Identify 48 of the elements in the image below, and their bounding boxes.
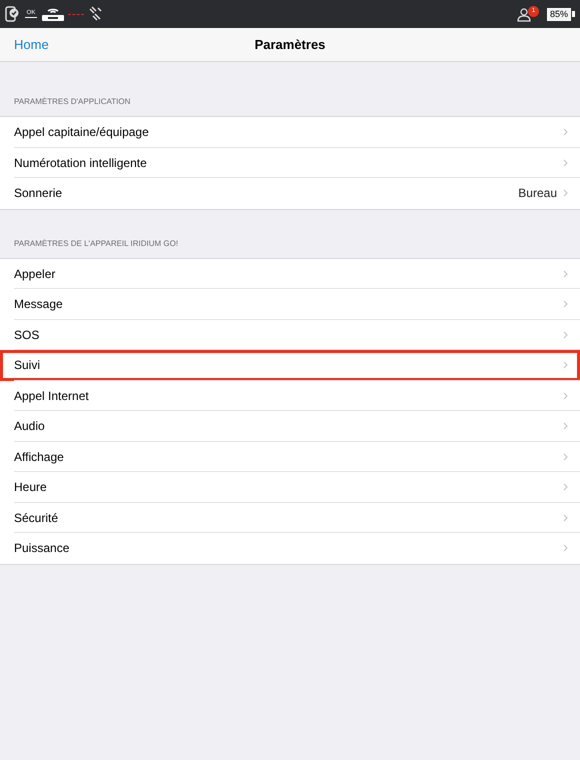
settings-row[interactable]: Suivi bbox=[0, 350, 580, 380]
row-label: Appel capitaine/équipage bbox=[14, 124, 150, 142]
chevron-icon bbox=[563, 158, 568, 167]
settings-row[interactable]: Sécurité bbox=[0, 502, 580, 533]
phone-check-icon bbox=[5, 6, 19, 22]
settings-row[interactable]: SOS bbox=[0, 320, 580, 350]
row-label: Sécurité bbox=[14, 510, 60, 527]
settings-row[interactable]: Heure bbox=[0, 472, 580, 502]
row-label: Heure bbox=[14, 479, 48, 496]
row-label: Sonnerie bbox=[14, 185, 64, 202]
section-header: PARAMÈTRES D'APPLICATION bbox=[14, 97, 130, 106]
chevron-icon bbox=[563, 452, 568, 461]
chevron-icon bbox=[563, 270, 568, 278]
row-label: Numérotation intelligente bbox=[14, 154, 148, 172]
row-label: Suivi bbox=[14, 357, 42, 374]
chevron-icon bbox=[563, 330, 568, 339]
row-label: SOS bbox=[14, 326, 40, 344]
row-label: Puissance bbox=[14, 540, 70, 558]
settings-row[interactable]: Message bbox=[0, 289, 580, 320]
chevron-icon bbox=[563, 128, 568, 136]
chevron-icon bbox=[563, 514, 568, 522]
chevron-icon bbox=[563, 189, 568, 198]
home-button[interactable]: Home bbox=[14, 34, 49, 54]
settings-row[interactable]: Appel capitaine/équipage bbox=[0, 117, 580, 148]
settings-row[interactable]: Appeler bbox=[0, 258, 580, 289]
router-icon bbox=[41, 6, 65, 22]
row-label: Audio bbox=[14, 418, 46, 436]
chevron-icon bbox=[563, 392, 568, 400]
settings-row[interactable]: Numérotation intelligente bbox=[0, 148, 580, 178]
chevron-icon bbox=[563, 483, 568, 492]
screen-title: Paramètres bbox=[254, 36, 326, 54]
row-label: Message bbox=[14, 296, 64, 314]
row-value: Bureau bbox=[518, 185, 557, 202]
chevron-icon bbox=[563, 361, 568, 370]
section-header: PARAMÈTRES DE L'APPAREIL IRIDIUM GO! bbox=[14, 238, 178, 248]
chevron-icon bbox=[563, 422, 568, 430]
settings-row[interactable]: Puissance bbox=[0, 533, 580, 564]
settings-row[interactable]: Affichage bbox=[0, 442, 580, 472]
chevron-icon bbox=[563, 544, 568, 552]
row-label: Appel Internet bbox=[14, 388, 90, 405]
settings-row[interactable]: Sonnerie Bureau bbox=[0, 178, 580, 208]
settings-row[interactable]: Appel Internet bbox=[0, 380, 580, 411]
person-icon bbox=[516, 8, 531, 22]
chevron-icon bbox=[563, 300, 568, 308]
row-label: Affichage bbox=[14, 448, 65, 466]
settings-row[interactable]: Audio bbox=[0, 411, 580, 442]
battery-indicator: 85% bbox=[546, 8, 571, 20]
row-label: Appeler bbox=[14, 266, 56, 283]
